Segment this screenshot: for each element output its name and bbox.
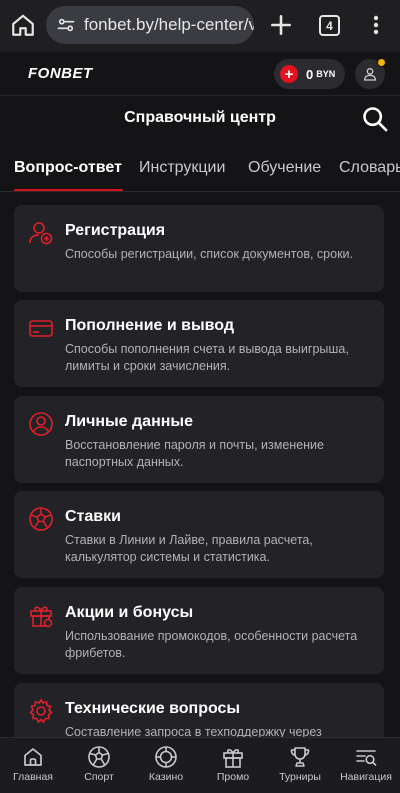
home-icon bbox=[24, 748, 42, 766]
nav-promo[interactable]: Промо bbox=[200, 738, 266, 793]
card-registration[interactable]: Регистрация Способы регистрации, список … bbox=[14, 205, 384, 292]
balance-amount: 0 bbox=[306, 66, 314, 82]
notification-dot bbox=[377, 58, 386, 67]
nav-label: Казино bbox=[148, 771, 184, 783]
card-description: Ставки в Линии и Лайве, правила расчета,… bbox=[65, 533, 313, 564]
site-header: FONBET + 0 BYN bbox=[0, 52, 400, 96]
card-deposit-withdrawal[interactable]: Пополнение и вывод Способы пополнения сч… bbox=[14, 300, 384, 387]
tab-instructions[interactable]: Инструкции bbox=[139, 159, 225, 177]
balance-currency: BYN bbox=[316, 69, 336, 79]
card-title: Пополнение и вывод bbox=[65, 317, 235, 334]
card-description: Восстановление пароля и почты, изменение… bbox=[65, 438, 324, 469]
page-title: Справочный центр bbox=[124, 109, 276, 126]
nav-label: Промо bbox=[216, 771, 250, 783]
nav-label: Спорт bbox=[84, 771, 114, 783]
nav-casino[interactable]: Казино bbox=[133, 738, 199, 793]
active-tab-indicator bbox=[14, 189, 123, 191]
person-icon bbox=[29, 412, 53, 436]
fonbet-logo[interactable]: FONBET bbox=[28, 65, 93, 82]
gear-icon bbox=[29, 698, 53, 724]
gift-icon bbox=[30, 606, 53, 628]
nav-label: Навигация bbox=[340, 771, 392, 783]
nav-home[interactable]: Главная bbox=[0, 738, 66, 793]
nav-navigation[interactable]: Навигация bbox=[333, 738, 399, 793]
nav-sport[interactable]: Спорт bbox=[66, 738, 132, 793]
card-description: Использование промокодов, особенности ра… bbox=[65, 629, 358, 660]
url-text: fonbet.by/help-center/v bbox=[84, 15, 254, 34]
card-bets[interactable]: Ставки Ставки в Линии и Лайве, правила р… bbox=[14, 491, 384, 578]
deposit-plus-icon[interactable]: + bbox=[280, 65, 298, 83]
tab-glossary[interactable]: Словарь bbox=[339, 159, 400, 177]
nav-label: Главная bbox=[13, 771, 53, 783]
navigation-icon bbox=[356, 750, 377, 766]
address-bar[interactable]: fonbet.by/help-center/v bbox=[46, 6, 254, 44]
ball-icon bbox=[88, 746, 110, 768]
browser-toolbar: fonbet.by/help-center/v 4 bbox=[0, 0, 400, 52]
search-icon[interactable] bbox=[361, 105, 389, 133]
tab-learning[interactable]: Обучение bbox=[248, 159, 321, 177]
card-title: Технические вопросы bbox=[65, 700, 241, 717]
card-description: Способы регистрации, список документов, … bbox=[65, 247, 354, 261]
card-title: Личные данные bbox=[65, 413, 193, 430]
title-row: Справочный центр bbox=[0, 96, 400, 142]
user-icon bbox=[363, 68, 377, 81]
profile-button[interactable] bbox=[355, 58, 386, 89]
card-description: Способы пополнения счета и вывода выигры… bbox=[65, 342, 349, 373]
more-menu-icon[interactable] bbox=[364, 12, 388, 38]
chip-icon bbox=[155, 746, 177, 768]
gift-icon bbox=[223, 749, 243, 768]
card-personal-data[interactable]: Личные данные Восстановление пароля и по… bbox=[14, 396, 384, 483]
site-settings-icon[interactable] bbox=[56, 15, 76, 35]
new-tab-icon[interactable] bbox=[268, 12, 294, 38]
card-promotions[interactable]: Акции и бонусы Использование промокодов,… bbox=[14, 587, 384, 674]
category-tabs: Вопрос-ответ Инструкции Обучение Словарь bbox=[0, 142, 400, 192]
trophy-icon bbox=[290, 747, 310, 767]
balance-button[interactable]: + 0 BYN bbox=[274, 59, 345, 89]
tab-faq[interactable]: Вопрос-ответ bbox=[14, 159, 122, 177]
nav-label: Турниры bbox=[279, 771, 321, 783]
card-icon bbox=[29, 320, 53, 337]
tab-switcher-button[interactable]: 4 bbox=[319, 15, 340, 36]
home-icon[interactable] bbox=[10, 12, 36, 38]
card-title: Акции и бонусы bbox=[65, 604, 194, 621]
ball-icon bbox=[29, 507, 53, 531]
bottom-navigation: Главная Спорт Казино Промо Турниры Навиг… bbox=[0, 737, 400, 793]
user-add-icon bbox=[29, 222, 53, 245]
nav-tournaments[interactable]: Турниры bbox=[267, 738, 333, 793]
card-title: Ставки bbox=[65, 508, 121, 525]
card-title: Регистрация bbox=[65, 222, 166, 239]
